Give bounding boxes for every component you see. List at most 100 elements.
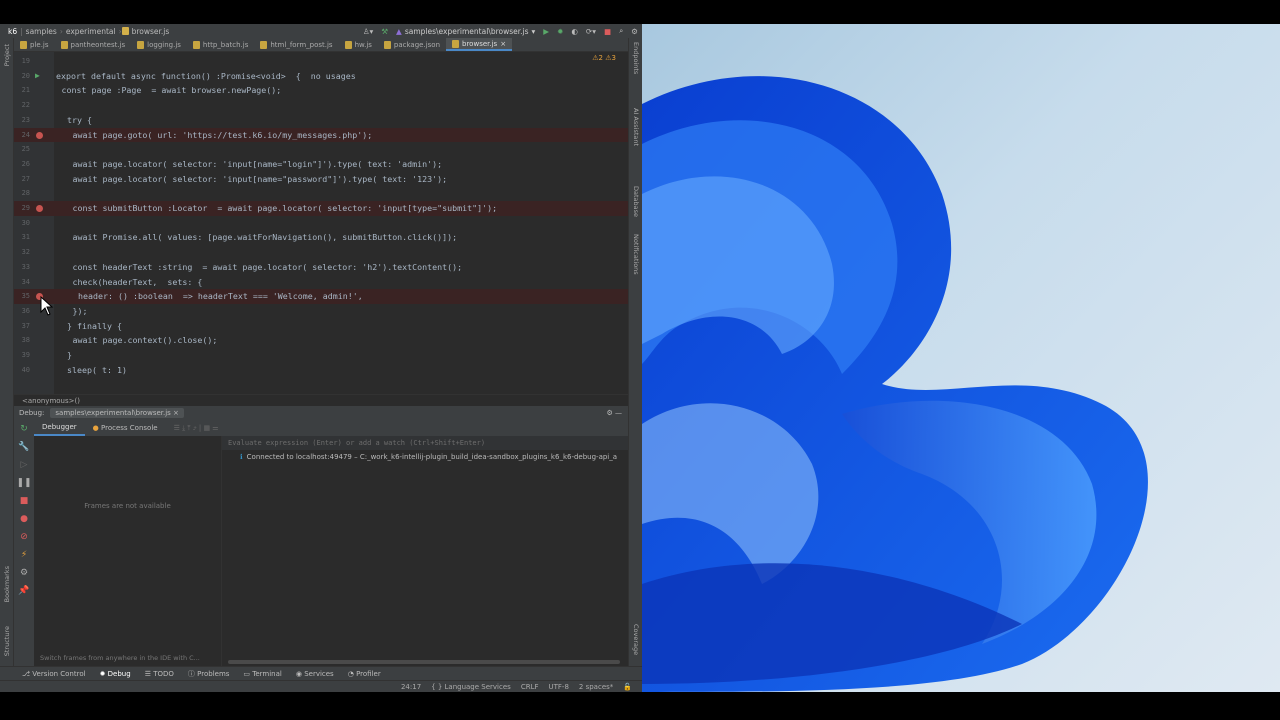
bookmarks-tool-button[interactable]: Bookmarks — [3, 566, 11, 602]
line-number: 25 — [21, 145, 30, 154]
debug-icon[interactable]: ✹ — [557, 27, 563, 36]
code-line[interactable]: 22 — [14, 98, 628, 113]
desktop-wallpaper — [642, 24, 1280, 692]
toolwindow-version-control[interactable]: ⎇ Version Control — [22, 670, 86, 678]
code-line[interactable]: 30 — [14, 216, 628, 231]
connection-message: ℹ Connected to localhost:49479 – C:_work_… — [240, 453, 618, 461]
structure-tool-button[interactable]: Structure — [3, 626, 11, 656]
caret-position[interactable]: 24:17 — [401, 683, 421, 691]
language-services[interactable]: { } Language Services — [431, 683, 511, 691]
code-line[interactable]: 32 — [14, 245, 628, 260]
stop-icon[interactable]: ■ — [604, 27, 611, 36]
status-bar: 24:17 { } Language Services CRLF UTF-8 2… — [0, 680, 642, 692]
evaluate-expression-input[interactable]: Evaluate expression (Enter) or add a wat… — [222, 436, 628, 450]
coverage-tool-button[interactable]: Coverage — [632, 624, 640, 655]
code-line[interactable]: 26 await page.locator( selector: 'input[n… — [14, 157, 628, 172]
toolwindow-terminal[interactable]: ▭ Terminal — [243, 670, 281, 678]
file-encoding[interactable]: UTF-8 — [549, 683, 569, 691]
nav-crumb-root[interactable]: k6 — [0, 27, 20, 36]
tab-package-json[interactable]: package.json — [378, 38, 446, 51]
debug-settings-gear-icon[interactable]: ⚙ — — [606, 409, 622, 417]
nav-crumb-file[interactable]: browser.js — [129, 27, 173, 36]
mute-breakpoints-icon[interactable]: ⊘ — [20, 532, 28, 542]
debug-session-tab[interactable]: samples\experimental\browser.js × — [50, 408, 184, 418]
code-editor[interactable]: ⚠2 ⚠3 19 20 ▶ export default async function… — [14, 52, 628, 394]
lock-icon[interactable]: 🔓 — [623, 683, 632, 691]
editor-breadcrumb[interactable]: <anonymous>() — [14, 394, 628, 406]
code-text: sleep( t: 1) — [67, 364, 127, 375]
close-tab-icon[interactable]: × — [500, 40, 506, 48]
toolwindow-services[interactable]: ◉ Services — [296, 670, 334, 678]
code-line[interactable]: 19 — [14, 54, 628, 69]
code-line[interactable]: 33 const headerText :string = await page.… — [14, 260, 628, 275]
horizontal-scrollbar[interactable] — [228, 660, 620, 664]
breakpoint-icon[interactable] — [36, 131, 43, 139]
stepping-toolbar[interactable]: ☰ ⤓ ⤒ ⤴ | ▦ ⚌ — [166, 420, 227, 436]
pause-icon[interactable]: ❚❚ — [16, 478, 31, 488]
code-line[interactable]: 25 — [14, 142, 628, 157]
tab-logging-js[interactable]: logging.js — [131, 38, 187, 51]
code-line[interactable]: 38 await page.context().close(); — [14, 333, 628, 348]
toolwindow-debug[interactable]: ✹ Debug — [100, 670, 131, 678]
code-line[interactable]: 31 await Promise.all( values: [page.waitF… — [14, 230, 628, 245]
code-line[interactable]: 21 const page :Page = await browser.newPa… — [14, 83, 628, 98]
run-gutter-icon[interactable]: ▶ — [35, 69, 40, 84]
debug-header: Debug: samples\experimental\browser.js ×… — [14, 406, 628, 420]
database-tool-button[interactable]: Database — [632, 186, 640, 217]
tab-html-form-post-js[interactable]: html_form_post.js — [254, 38, 338, 51]
endpoints-tool-button[interactable]: Endpoints — [632, 42, 640, 74]
nav-crumb-samples[interactable]: samples — [23, 27, 60, 36]
tab-browser-js[interactable]: browser.js × — [446, 38, 513, 51]
debug-gear-icon[interactable]: ⚙ — [20, 568, 28, 578]
toolwindow-todo[interactable]: ☰ TODO — [145, 670, 174, 678]
code-line[interactable]: 28 — [14, 186, 628, 201]
rerun-icon[interactable]: ↻ — [20, 424, 28, 434]
wrench-icon[interactable]: 🔧 — [18, 442, 29, 452]
ai-assistant-tool-button[interactable]: AI Assistant — [632, 108, 640, 146]
code-line[interactable]: 39} — [14, 348, 628, 363]
k6-config-icon: ▲ — [396, 26, 402, 36]
tab-ple-js[interactable]: ple.js — [14, 38, 55, 51]
code-line[interactable]: 36}); — [14, 304, 628, 319]
tab-http-batch-js[interactable]: http_batch.js — [187, 38, 254, 51]
notifications-tool-button[interactable]: Notifications — [632, 234, 640, 275]
js-file-icon — [344, 40, 352, 49]
code-line[interactable]: 40 sleep( t: 1) — [14, 363, 628, 378]
view-breakpoints-icon[interactable]: ● — [20, 514, 28, 524]
code-line[interactable]: 35 header: () :boolean => headerText === … — [14, 289, 628, 304]
resume-icon[interactable]: ▷ — [21, 460, 28, 470]
line-number: 39 — [21, 351, 30, 359]
tab-debugger[interactable]: Debugger — [34, 420, 85, 436]
tab-process-console[interactable]: ● Process Console — [85, 420, 166, 436]
more-run-icon[interactable]: ⟳▾ — [586, 27, 596, 36]
code-line[interactable]: 24 await page.goto( url: 'https://test.k6… — [14, 127, 628, 143]
breakpoint-icon[interactable] — [36, 205, 43, 212]
project-tool-button[interactable]: Project — [3, 44, 11, 66]
tab-pantheontest-js[interactable]: pantheontest.js — [55, 38, 132, 51]
nav-crumb-experimental[interactable]: experimental — [63, 27, 119, 36]
code-line[interactable]: 27 await page.locator( selector: 'input[n… — [14, 172, 628, 187]
editor-tabs: ple.js pantheontest.js logging.js http_batc… — [14, 38, 628, 52]
console-icon: ● — [92, 424, 99, 432]
run-config-selector[interactable]: ▲ samples\experimental\browser.js ▾ — [396, 27, 535, 36]
code-line[interactable]: 34 check(headerText, sets: { — [14, 275, 628, 290]
settings-gear-icon[interactable]: ⚙ — [631, 27, 638, 36]
code-line[interactable]: 37} finally { — [14, 319, 628, 334]
run-icon[interactable]: ▶ — [543, 27, 549, 36]
code-line[interactable]: 20 ▶ export default async function() :Prom… — [14, 69, 628, 84]
indent-setting[interactable]: 2 spaces* — [579, 683, 613, 691]
user-icon[interactable]: ♙▾ — [363, 27, 374, 36]
code-line[interactable]: 29 const submitButton :Locator = await pa… — [14, 201, 628, 216]
toolwindow-profiler[interactable]: ◔ Profiler — [348, 670, 381, 678]
toolwindow-problems[interactable]: ⓘ Problems — [188, 669, 230, 679]
lightning-icon[interactable]: ⚡ — [21, 550, 27, 560]
line-separator[interactable]: CRLF — [521, 683, 539, 691]
tab-hw-js[interactable]: hw.js — [339, 38, 378, 51]
build-hammer-icon[interactable]: ⚒ — [381, 27, 388, 36]
toolwindow-icon: ✹ — [99, 669, 108, 678]
code-line[interactable]: 23 try { — [14, 113, 628, 128]
pin-icon[interactable]: 📌 — [18, 586, 29, 596]
stop-debug-icon[interactable]: ■ — [20, 496, 29, 506]
search-icon[interactable]: ⌕ — [619, 26, 623, 36]
coverage-icon[interactable]: ◐ — [571, 27, 578, 36]
